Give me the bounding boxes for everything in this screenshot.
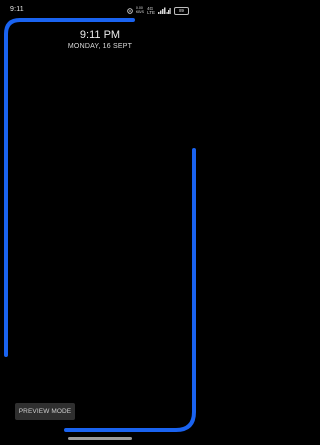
home-indicator[interactable] — [68, 437, 132, 440]
lockscreen-time: 9:11 PM — [79, 29, 121, 41]
edge-lighting-frame — [4, 18, 196, 432]
edge-lighting-left-path — [4, 18, 135, 357]
preview-mode-button[interactable]: PREVIEW MODE — [15, 403, 75, 420]
lockscreen-date: MONDAY, 16 SEPT — [67, 43, 133, 50]
edge-lighting-right-path — [64, 148, 196, 432]
